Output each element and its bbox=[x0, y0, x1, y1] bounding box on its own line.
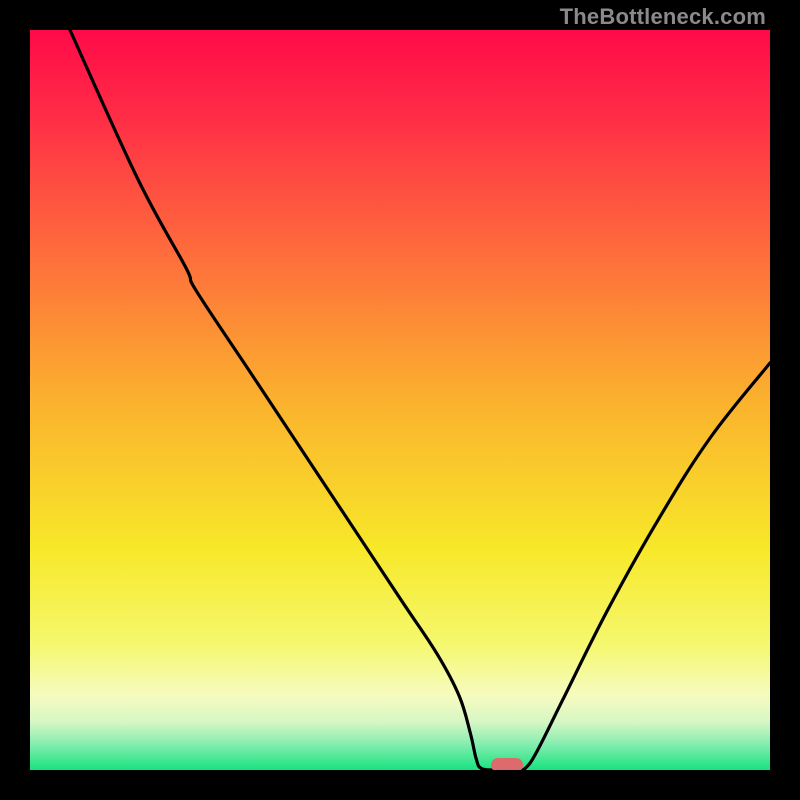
bottleneck-curve bbox=[30, 30, 770, 770]
optimal-marker bbox=[491, 758, 523, 770]
watermark-text: TheBottleneck.com bbox=[560, 4, 766, 30]
plot-area bbox=[30, 30, 770, 770]
chart-frame: TheBottleneck.com bbox=[0, 0, 800, 800]
